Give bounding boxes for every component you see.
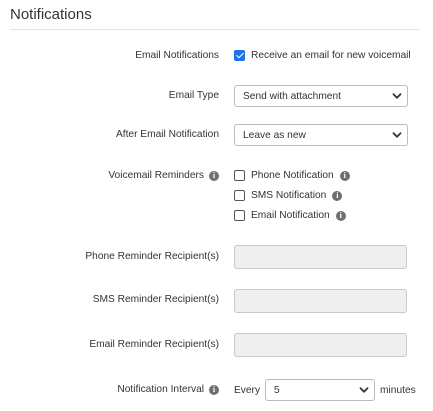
chevron-down-icon (359, 387, 369, 393)
chevron-down-icon (392, 132, 402, 138)
after-email-label: After Email Notification (116, 129, 219, 140)
sms-recipients-label: SMS Reminder Recipient(s) (93, 294, 219, 305)
sms-notification-checkbox[interactable] (234, 190, 245, 201)
email-recipients-label: Email Reminder Recipient(s) (89, 339, 219, 350)
email-notifications-checkbox-row[interactable]: Receive an email for new voicemail (234, 50, 411, 61)
info-icon[interactable]: i (339, 170, 350, 181)
info-icon[interactable]: i (332, 190, 343, 201)
email-recipients-input[interactable] (234, 333, 407, 357)
email-notifications-checkbox[interactable] (234, 50, 245, 61)
interval-prefix: Every (234, 384, 261, 396)
after-email-value: Leave as new (243, 129, 306, 141)
section-title: Notifications (10, 6, 92, 23)
info-icon[interactable]: i (209, 384, 219, 395)
after-email-label-text: After Email Notification (115, 129, 219, 140)
email-notifications-label: Email Notifications (135, 50, 219, 61)
interval-value: 5 (274, 384, 280, 396)
email-notification-checkbox[interactable] (234, 210, 245, 221)
notification-interval-row: Every 5 minutes (234, 379, 416, 401)
voicemail-reminders-label: Voicemail Reminders i (108, 170, 219, 181)
email-recipients-label-text: Email Reminder Recipient(s) (89, 339, 219, 350)
info-icon[interactable]: i (335, 210, 346, 221)
phone-recipients-label: Phone Reminder Recipient(s) (85, 251, 219, 262)
email-notifications-checkbox-label: Receive an email for new voicemail (251, 50, 411, 61)
interval-select[interactable]: 5 (265, 379, 376, 401)
email-type-label: Email Type (169, 90, 219, 101)
phone-recipients-label-text: Phone Reminder Recipient(s) (85, 251, 219, 262)
notifications-panel: Notifications Email Notifications Receiv… (0, 0, 433, 411)
email-notification-label: Email Notification (251, 210, 330, 221)
sms-recipients-input[interactable] (234, 289, 407, 313)
phone-notification-label: Phone Notification (251, 170, 334, 181)
notification-interval-label: Notification Interval i (117, 384, 219, 395)
phone-recipients-input[interactable] (234, 245, 407, 269)
after-email-select[interactable]: Leave as new (234, 124, 408, 146)
chevron-down-icon (392, 93, 402, 99)
sms-notification-label: SMS Notification (251, 190, 327, 201)
voicemail-reminders-label-text: Voicemail Reminders (108, 170, 204, 181)
notification-interval-label-text: Notification Interval (117, 384, 204, 395)
sms-recipients-label-text: SMS Reminder Recipient(s) (92, 294, 219, 305)
email-type-select[interactable]: Send with attachment (234, 85, 408, 107)
reminder-option-sms[interactable]: SMS Notification i (234, 190, 343, 201)
title-divider (10, 29, 420, 30)
phone-notification-checkbox[interactable] (234, 170, 245, 181)
email-notifications-label-text: Email Notifications (135, 50, 219, 61)
interval-suffix: minutes (380, 384, 416, 396)
reminder-option-phone[interactable]: Phone Notification i (234, 170, 350, 181)
reminder-option-email[interactable]: Email Notification i (234, 210, 346, 221)
email-type-value: Send with attachment (243, 90, 341, 102)
info-icon[interactable]: i (209, 170, 219, 181)
email-type-label-text: Email Type (168, 90, 219, 101)
